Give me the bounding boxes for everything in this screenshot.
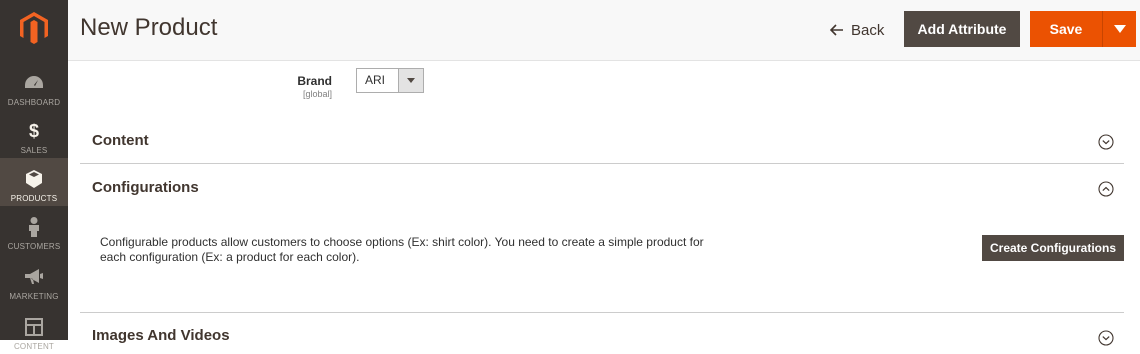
section-divider [80, 163, 1124, 164]
section-divider [80, 312, 1124, 313]
person-icon [28, 216, 40, 238]
sidebar-item-label: CUSTOMERS [7, 242, 61, 251]
sidebar-item-label: CONTENT [13, 342, 55, 351]
create-configurations-button[interactable]: Create Configurations [982, 235, 1124, 261]
magento-logo[interactable] [0, 0, 68, 56]
sidebar-item-dashboard[interactable]: DASHBOARD [0, 62, 68, 110]
chevron-up-icon[interactable] [1098, 181, 1114, 197]
sidebar-item-label: MARKETING [9, 292, 59, 301]
page-header: New Product Back Add Attribute Save [68, 0, 1140, 61]
section-configurations-title[interactable]: Configurations [92, 179, 199, 196]
sidebar-item-customers[interactable]: CUSTOMERS [0, 206, 68, 254]
save-options-toggle[interactable] [1103, 11, 1136, 47]
sidebar-item-content[interactable]: CONTENT [0, 306, 68, 354]
sidebar-item-label: PRODUCTS [10, 194, 58, 203]
brand-label: Brand [297, 74, 332, 88]
back-button[interactable]: Back [830, 18, 884, 42]
caret-down-icon [1113, 25, 1126, 33]
add-attribute-button[interactable]: Add Attribute [904, 11, 1020, 47]
page-title: New Product [80, 14, 218, 41]
brand-select[interactable]: ARI [356, 68, 424, 93]
save-button[interactable]: Save [1030, 11, 1103, 47]
sidebar-item-sales[interactable]: $ SALES [0, 110, 68, 158]
box-icon [26, 168, 42, 190]
chevron-down-icon[interactable] [1098, 330, 1114, 346]
magento-logo-icon [20, 12, 48, 44]
admin-sidebar: DASHBOARD $ SALES PRODUCTS CUSTOMERS MAR… [0, 0, 68, 351]
chevron-down-icon[interactable] [1098, 134, 1114, 150]
save-button-group: Save [1030, 11, 1136, 47]
dollar-icon: $ [28, 120, 39, 141]
brand-select-value: ARI [365, 73, 386, 87]
configurations-description: Configurable products allow customers to… [100, 235, 704, 264]
section-content-title[interactable]: Content [92, 132, 149, 149]
sidebar-item-products[interactable]: PRODUCTS [0, 158, 68, 206]
gauge-icon [25, 72, 43, 94]
brand-scope: [global] [302, 89, 332, 99]
sidebar-item-label: SALES [20, 146, 48, 155]
sidebar-item-marketing[interactable]: MARKETING [0, 256, 68, 304]
caret-down-icon [398, 69, 423, 92]
layout-icon [25, 316, 43, 338]
megaphone-icon [25, 266, 43, 288]
arrow-left-icon [830, 24, 843, 36]
section-images-title[interactable]: Images And Videos [92, 327, 230, 344]
sidebar-item-label: DASHBOARD [7, 98, 61, 107]
back-button-label: Back [851, 21, 885, 39]
